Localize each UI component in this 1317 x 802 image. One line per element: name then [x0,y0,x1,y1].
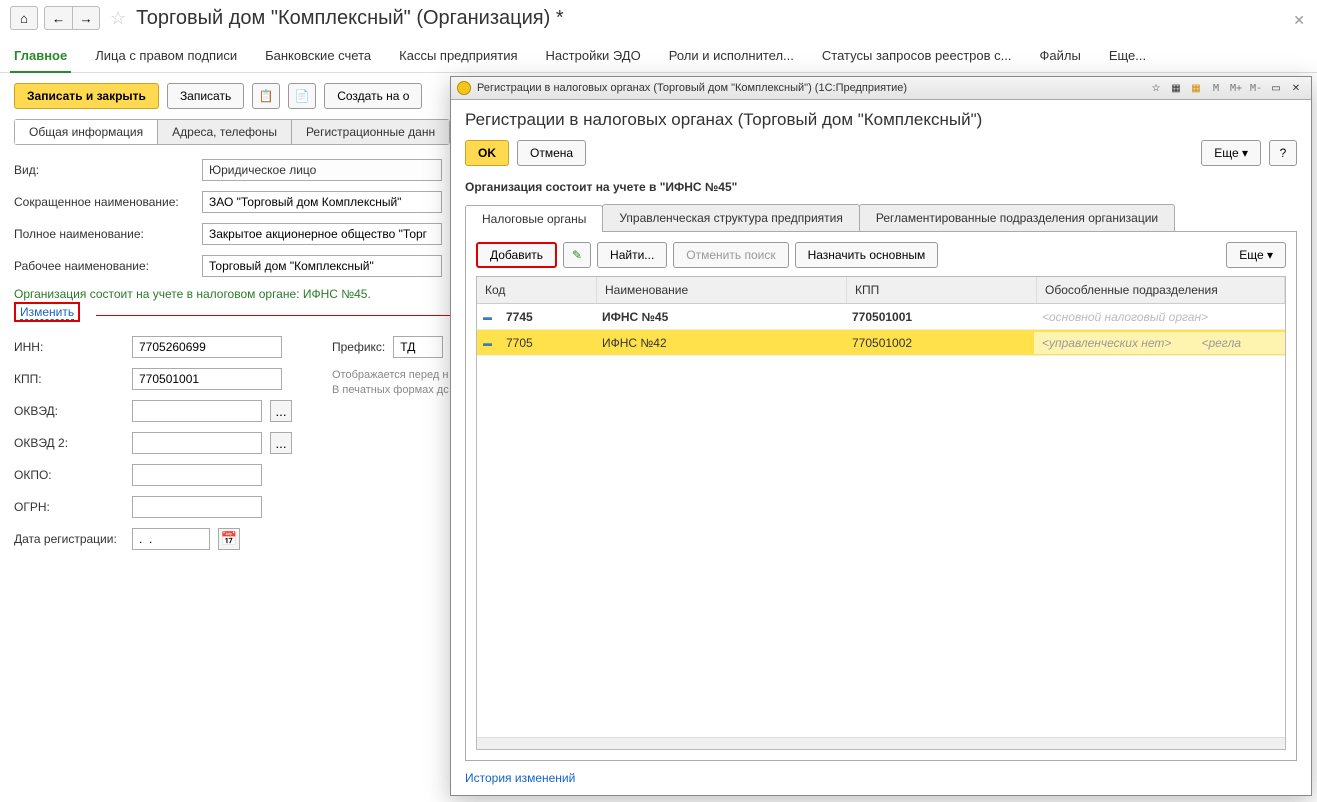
inn-label: ИНН: [14,340,124,354]
grid-header-div[interactable]: Обособленные подразделения [1037,277,1285,303]
prefix-field[interactable] [393,336,443,358]
prefix-note-2: В печатных формах дс [332,383,449,398]
tab-main[interactable]: Главное [10,40,71,73]
tax-reg-modal: Регистрации в налоговых органах (Торговы… [450,76,1312,796]
tab-files[interactable]: Файлы [1036,40,1085,72]
grid-add-button[interactable]: Добавить [476,242,557,268]
tab-more[interactable]: Еще... [1105,40,1150,72]
change-link[interactable]: Изменить [20,305,74,320]
regdate-field[interactable] [132,528,210,550]
okved-field[interactable] [132,400,262,422]
home-button[interactable]: ⌂ [10,6,38,30]
modal-tab-regdiv[interactable]: Регламентированные подразделения организ… [859,204,1175,231]
grid-row[interactable]: ▬7745ИФНС №45770501001<основной налоговы… [477,304,1285,330]
work-field[interactable] [202,255,442,277]
prefix-label: Префикс: [332,340,385,354]
kind-label: Вид: [14,163,194,177]
tab-statuses[interactable]: Статусы запросов реестров с... [818,40,1016,72]
short-label: Сокращенное наименование: [14,195,194,209]
grid-cancel-search-button[interactable]: Отменить поиск [673,242,788,268]
create-based-button[interactable]: Создать на о [324,83,422,109]
modal-org-line: Организация состоит на учете в "ИФНС №45… [465,180,1297,194]
favorite-icon[interactable]: ☆ [110,8,126,29]
titlebar-mminus[interactable]: M- [1247,80,1265,96]
titlebar-calc2-icon[interactable]: ▦ [1187,80,1205,96]
close-icon[interactable]: ✕ [1293,12,1305,29]
short-field[interactable] [202,191,442,213]
okpo-label: ОКПО: [14,468,124,482]
prefix-note-1: Отображается перед н [332,368,449,383]
toolbar-icon-2[interactable]: 📄 [288,83,316,109]
okved-label: ОКВЭД: [14,404,124,418]
app-logo-icon [457,81,471,95]
tab-edo[interactable]: Настройки ЭДО [542,40,645,72]
tab-cash[interactable]: Кассы предприятия [395,40,521,72]
kpp-field[interactable] [132,368,282,390]
row-icon: ▬ [477,312,498,322]
modal-help-button[interactable]: ? [1269,140,1297,166]
save-close-button[interactable]: Записать и закрыть [14,83,159,109]
grid-header-code[interactable]: Код [477,277,597,303]
titlebar-calc1-icon[interactable]: ▦ [1167,80,1185,96]
grid-row[interactable]: ▬7705ИФНС №42770501002<управленческих не… [477,330,1285,356]
okpo-field[interactable] [132,464,262,486]
tab-roles[interactable]: Роли и исполнител... [665,40,798,72]
modal-ok-button[interactable]: OK [465,140,509,166]
modal-more-button[interactable]: Еще ▾ [1201,140,1261,166]
full-field[interactable] [202,223,442,245]
titlebar-mplus[interactable]: M+ [1227,80,1245,96]
regdate-calendar-button[interactable]: 📅 [218,528,240,550]
titlebar-restore-icon[interactable]: ▭ [1267,80,1285,96]
tab-bank[interactable]: Банковские счета [261,40,375,72]
okved-select-button[interactable]: ... [270,400,292,422]
change-highlight: Изменить [14,302,80,322]
modal-heading: Регистрации в налоговых органах (Торговы… [465,110,1297,130]
grid-find-button[interactable]: Найти... [597,242,667,268]
okved2-select-button[interactable]: ... [270,432,292,454]
row-icon: ▬ [477,338,498,348]
tax-grid: Код Наименование КПП Обособленные подраз… [476,276,1286,750]
full-label: Полное наименование: [14,227,194,241]
modal-tab-mgmt[interactable]: Управленческая структура предприятия [602,204,860,231]
page-title: Торговый дом "Комплексный" (Организация)… [136,7,563,30]
subtab-addresses[interactable]: Адреса, телефоны [158,120,292,144]
grid-hscroll[interactable] [477,737,1285,749]
nav-forward-button[interactable]: → [72,6,100,30]
ogrn-label: ОГРН: [14,500,124,514]
titlebar-m[interactable]: M [1207,80,1225,96]
kind-field[interactable] [202,159,442,181]
inn-field[interactable] [132,336,282,358]
okved2-field[interactable] [132,432,262,454]
work-label: Рабочее наименование: [14,259,194,273]
grid-more-button[interactable]: Еще ▾ [1226,242,1286,268]
modal-tab-tax[interactable]: Налоговые органы [465,205,603,232]
history-link[interactable]: История изменений [465,771,1297,785]
toolbar-icon-1[interactable]: 📋 [252,83,280,109]
kpp-label: КПП: [14,372,124,386]
titlebar-close-icon[interactable]: ✕ [1287,80,1305,96]
grid-set-primary-button[interactable]: Назначить основным [795,242,939,268]
modal-cancel-button[interactable]: Отмена [517,140,586,166]
subtab-general[interactable]: Общая информация [15,120,158,144]
save-button[interactable]: Записать [167,83,244,109]
grid-header-name[interactable]: Наименование [597,277,847,303]
tab-signers[interactable]: Лица с правом подписи [91,40,241,72]
grid-edit-button[interactable]: ✎ [563,242,591,268]
ogrn-field[interactable] [132,496,262,518]
regdate-label: Дата регистрации: [14,532,124,546]
subtab-regdata[interactable]: Регистрационные данн [292,120,449,144]
grid-header-kpp[interactable]: КПП [847,277,1037,303]
modal-title-text: Регистрации в налоговых органах (Торговы… [477,82,907,94]
nav-back-button[interactable]: ← [44,6,72,30]
tax-info-text: Организация состоит на учете в налоговом… [14,287,371,301]
okved2-label: ОКВЭД 2: [14,436,124,450]
titlebar-fav-icon[interactable]: ☆ [1147,80,1165,96]
